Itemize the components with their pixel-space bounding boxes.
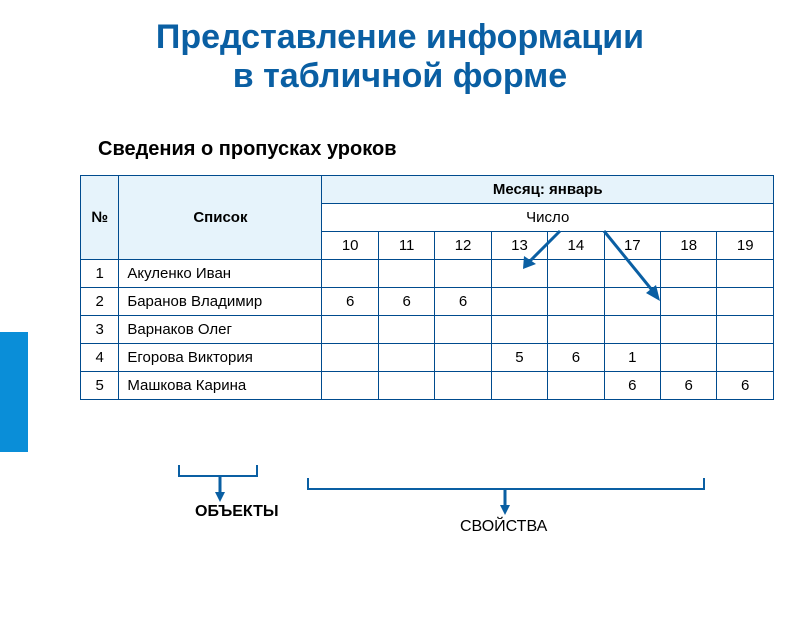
cell-value <box>322 316 378 344</box>
cell-value <box>378 316 434 344</box>
cell-value <box>378 372 434 400</box>
cell-value <box>717 260 774 288</box>
arrow-bracket-small <box>215 476 225 502</box>
cell-value <box>548 316 604 344</box>
cell-value <box>548 288 604 316</box>
cell-value: 1 <box>604 344 660 372</box>
cell-name: Акуленко Иван <box>119 260 322 288</box>
cell-name: Варнаков Олег <box>119 316 322 344</box>
cell-value: 5 <box>491 344 547 372</box>
cell-value <box>491 372 547 400</box>
cell-value <box>435 260 491 288</box>
cell-value: 6 <box>548 344 604 372</box>
th-month: Месяц: январь <box>322 176 774 204</box>
cell-value: 6 <box>717 372 774 400</box>
decorative-side-bar <box>0 332 28 452</box>
page-title: Представление информации в табличной фор… <box>0 18 800 96</box>
subtitle: Сведения о пропусках уроков <box>98 138 800 161</box>
cell-value: 6 <box>322 288 378 316</box>
cell-value <box>435 344 491 372</box>
cell-value <box>548 372 604 400</box>
th-day: 10 <box>322 232 378 260</box>
cell-value: 6 <box>435 288 491 316</box>
table-row: 3Варнаков Олег <box>81 316 774 344</box>
cell-num: 2 <box>81 288 119 316</box>
th-day: 12 <box>435 232 491 260</box>
cell-value <box>661 344 717 372</box>
cell-value: 6 <box>378 288 434 316</box>
cell-value <box>717 316 774 344</box>
label-objects-bottom: ОБЪЕКТЫ <box>195 503 279 521</box>
th-list: Список <box>119 176 322 260</box>
th-day: 11 <box>378 232 434 260</box>
cell-num: 1 <box>81 260 119 288</box>
cell-name: Егорова Виктория <box>119 344 322 372</box>
cell-value <box>604 316 660 344</box>
cell-num: 5 <box>81 372 119 400</box>
cell-value <box>322 372 378 400</box>
table-row: 5Машкова Карина666 <box>81 372 774 400</box>
th-date-label: Число <box>322 204 774 232</box>
th-num: № <box>81 176 119 260</box>
arrow-bracket-big <box>500 489 510 515</box>
title-line-1: Представление информации <box>156 18 644 56</box>
cell-value: 6 <box>604 372 660 400</box>
cell-value <box>435 372 491 400</box>
th-day: 19 <box>717 232 774 260</box>
table-row: 4Егорова Виктория 561 <box>81 344 774 372</box>
cell-value <box>491 316 547 344</box>
cell-name: Машкова Карина <box>119 372 322 400</box>
label-properties: СВОЙСТВА <box>460 518 547 536</box>
arrow-objects-to-month <box>520 231 570 276</box>
cell-value: 6 <box>661 372 717 400</box>
cell-value <box>491 288 547 316</box>
arrow-objects-to-number <box>598 231 678 311</box>
cell-value <box>717 288 774 316</box>
cell-name: Баранов Владимир <box>119 288 322 316</box>
cell-value <box>378 260 434 288</box>
cell-value <box>661 316 717 344</box>
cell-num: 3 <box>81 316 119 344</box>
cell-value <box>322 260 378 288</box>
cell-value <box>378 344 434 372</box>
cell-num: 4 <box>81 344 119 372</box>
cell-value <box>717 344 774 372</box>
cell-value <box>322 344 378 372</box>
cell-value <box>435 316 491 344</box>
title-line-2: в табличной форме <box>233 57 567 95</box>
